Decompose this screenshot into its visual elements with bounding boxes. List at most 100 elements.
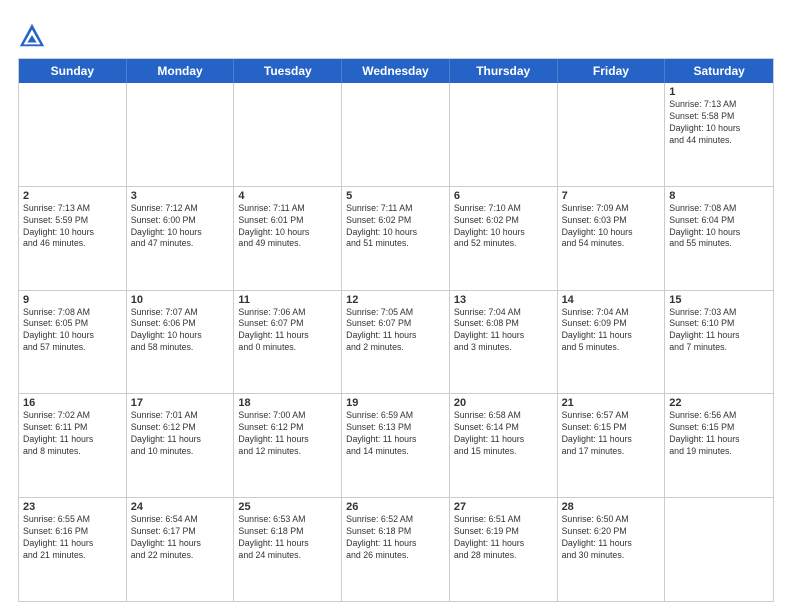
- calendar-cell-29: 23Sunrise: 6:55 AM Sunset: 6:16 PM Dayli…: [19, 498, 127, 601]
- cell-info: Sunrise: 6:59 AM Sunset: 6:13 PM Dayligh…: [346, 410, 445, 458]
- calendar-cell-17: 11Sunrise: 7:06 AM Sunset: 6:07 PM Dayli…: [234, 291, 342, 394]
- calendar-cell-18: 12Sunrise: 7:05 AM Sunset: 6:07 PM Dayli…: [342, 291, 450, 394]
- calendar-cell-1: [19, 83, 127, 186]
- day-number: 24: [131, 501, 230, 513]
- day-number: 15: [669, 294, 769, 306]
- day-number: 4: [238, 190, 337, 202]
- day-number: 10: [131, 294, 230, 306]
- cell-info: Sunrise: 7:03 AM Sunset: 6:10 PM Dayligh…: [669, 307, 769, 355]
- calendar-cell-24: 18Sunrise: 7:00 AM Sunset: 6:12 PM Dayli…: [234, 394, 342, 497]
- day-number: 6: [454, 190, 553, 202]
- calendar-body: 1Sunrise: 7:13 AM Sunset: 5:58 PM Daylig…: [19, 83, 773, 601]
- cell-info: Sunrise: 6:52 AM Sunset: 6:18 PM Dayligh…: [346, 514, 445, 562]
- calendar-cell-35: [665, 498, 773, 601]
- calendar-cell-27: 21Sunrise: 6:57 AM Sunset: 6:15 PM Dayli…: [558, 394, 666, 497]
- day-number: 12: [346, 294, 445, 306]
- logo-icon: [18, 22, 46, 50]
- day-number: 16: [23, 397, 122, 409]
- calendar-cell-15: 9Sunrise: 7:08 AM Sunset: 6:05 PM Daylig…: [19, 291, 127, 394]
- day-number: 5: [346, 190, 445, 202]
- calendar-cell-12: 6Sunrise: 7:10 AM Sunset: 6:02 PM Daylig…: [450, 187, 558, 290]
- day-number: 3: [131, 190, 230, 202]
- header-day-wednesday: Wednesday: [342, 59, 450, 83]
- day-number: 18: [238, 397, 337, 409]
- day-number: 14: [562, 294, 661, 306]
- calendar-cell-33: 27Sunrise: 6:51 AM Sunset: 6:19 PM Dayli…: [450, 498, 558, 601]
- calendar-cell-13: 7Sunrise: 7:09 AM Sunset: 6:03 PM Daylig…: [558, 187, 666, 290]
- cell-info: Sunrise: 7:08 AM Sunset: 6:04 PM Dayligh…: [669, 203, 769, 251]
- cell-info: Sunrise: 7:09 AM Sunset: 6:03 PM Dayligh…: [562, 203, 661, 251]
- cell-info: Sunrise: 7:11 AM Sunset: 6:01 PM Dayligh…: [238, 203, 337, 251]
- calendar-cell-9: 3Sunrise: 7:12 AM Sunset: 6:00 PM Daylig…: [127, 187, 235, 290]
- day-number: 7: [562, 190, 661, 202]
- day-number: 1: [669, 86, 769, 98]
- header-day-saturday: Saturday: [665, 59, 773, 83]
- calendar-cell-7: 1Sunrise: 7:13 AM Sunset: 5:58 PM Daylig…: [665, 83, 773, 186]
- calendar-cell-34: 28Sunrise: 6:50 AM Sunset: 6:20 PM Dayli…: [558, 498, 666, 601]
- calendar-header: SundayMondayTuesdayWednesdayThursdayFrid…: [19, 59, 773, 83]
- calendar-row-1: 1Sunrise: 7:13 AM Sunset: 5:58 PM Daylig…: [19, 83, 773, 187]
- cell-info: Sunrise: 7:05 AM Sunset: 6:07 PM Dayligh…: [346, 307, 445, 355]
- day-number: 22: [669, 397, 769, 409]
- calendar-cell-28: 22Sunrise: 6:56 AM Sunset: 6:15 PM Dayli…: [665, 394, 773, 497]
- calendar-cell-32: 26Sunrise: 6:52 AM Sunset: 6:18 PM Dayli…: [342, 498, 450, 601]
- day-number: 21: [562, 397, 661, 409]
- calendar-cell-5: [450, 83, 558, 186]
- cell-info: Sunrise: 6:57 AM Sunset: 6:15 PM Dayligh…: [562, 410, 661, 458]
- cell-info: Sunrise: 6:53 AM Sunset: 6:18 PM Dayligh…: [238, 514, 337, 562]
- calendar-row-3: 9Sunrise: 7:08 AM Sunset: 6:05 PM Daylig…: [19, 291, 773, 395]
- calendar-cell-8: 2Sunrise: 7:13 AM Sunset: 5:59 PM Daylig…: [19, 187, 127, 290]
- day-number: 8: [669, 190, 769, 202]
- calendar-cell-14: 8Sunrise: 7:08 AM Sunset: 6:04 PM Daylig…: [665, 187, 773, 290]
- calendar-cell-30: 24Sunrise: 6:54 AM Sunset: 6:17 PM Dayli…: [127, 498, 235, 601]
- calendar-row-2: 2Sunrise: 7:13 AM Sunset: 5:59 PM Daylig…: [19, 187, 773, 291]
- cell-info: Sunrise: 7:00 AM Sunset: 6:12 PM Dayligh…: [238, 410, 337, 458]
- day-number: 2: [23, 190, 122, 202]
- cell-info: Sunrise: 7:10 AM Sunset: 6:02 PM Dayligh…: [454, 203, 553, 251]
- calendar-cell-22: 16Sunrise: 7:02 AM Sunset: 6:11 PM Dayli…: [19, 394, 127, 497]
- calendar-cell-3: [234, 83, 342, 186]
- calendar-cell-31: 25Sunrise: 6:53 AM Sunset: 6:18 PM Dayli…: [234, 498, 342, 601]
- cell-info: Sunrise: 7:02 AM Sunset: 6:11 PM Dayligh…: [23, 410, 122, 458]
- cell-info: Sunrise: 7:12 AM Sunset: 6:00 PM Dayligh…: [131, 203, 230, 251]
- day-number: 25: [238, 501, 337, 513]
- cell-info: Sunrise: 7:11 AM Sunset: 6:02 PM Dayligh…: [346, 203, 445, 251]
- cell-info: Sunrise: 6:54 AM Sunset: 6:17 PM Dayligh…: [131, 514, 230, 562]
- cell-info: Sunrise: 6:51 AM Sunset: 6:19 PM Dayligh…: [454, 514, 553, 562]
- cell-info: Sunrise: 6:56 AM Sunset: 6:15 PM Dayligh…: [669, 410, 769, 458]
- day-number: 9: [23, 294, 122, 306]
- calendar-cell-20: 14Sunrise: 7:04 AM Sunset: 6:09 PM Dayli…: [558, 291, 666, 394]
- cell-info: Sunrise: 7:04 AM Sunset: 6:08 PM Dayligh…: [454, 307, 553, 355]
- cell-info: Sunrise: 6:58 AM Sunset: 6:14 PM Dayligh…: [454, 410, 553, 458]
- day-number: 27: [454, 501, 553, 513]
- cell-info: Sunrise: 7:13 AM Sunset: 5:59 PM Dayligh…: [23, 203, 122, 251]
- cell-info: Sunrise: 7:07 AM Sunset: 6:06 PM Dayligh…: [131, 307, 230, 355]
- cell-info: Sunrise: 7:06 AM Sunset: 6:07 PM Dayligh…: [238, 307, 337, 355]
- cell-info: Sunrise: 7:13 AM Sunset: 5:58 PM Dayligh…: [669, 99, 769, 147]
- cell-info: Sunrise: 7:01 AM Sunset: 6:12 PM Dayligh…: [131, 410, 230, 458]
- day-number: 19: [346, 397, 445, 409]
- header-day-monday: Monday: [127, 59, 235, 83]
- day-number: 11: [238, 294, 337, 306]
- logo: [18, 22, 48, 50]
- calendar-cell-6: [558, 83, 666, 186]
- calendar-cell-19: 13Sunrise: 7:04 AM Sunset: 6:08 PM Dayli…: [450, 291, 558, 394]
- calendar-cell-26: 20Sunrise: 6:58 AM Sunset: 6:14 PM Dayli…: [450, 394, 558, 497]
- day-number: 20: [454, 397, 553, 409]
- header-day-thursday: Thursday: [450, 59, 558, 83]
- header: [18, 18, 774, 50]
- day-number: 13: [454, 294, 553, 306]
- cell-info: Sunrise: 6:55 AM Sunset: 6:16 PM Dayligh…: [23, 514, 122, 562]
- calendar: SundayMondayTuesdayWednesdayThursdayFrid…: [18, 58, 774, 602]
- calendar-cell-16: 10Sunrise: 7:07 AM Sunset: 6:06 PM Dayli…: [127, 291, 235, 394]
- calendar-cell-25: 19Sunrise: 6:59 AM Sunset: 6:13 PM Dayli…: [342, 394, 450, 497]
- calendar-cell-21: 15Sunrise: 7:03 AM Sunset: 6:10 PM Dayli…: [665, 291, 773, 394]
- cell-info: Sunrise: 6:50 AM Sunset: 6:20 PM Dayligh…: [562, 514, 661, 562]
- calendar-cell-11: 5Sunrise: 7:11 AM Sunset: 6:02 PM Daylig…: [342, 187, 450, 290]
- calendar-cell-23: 17Sunrise: 7:01 AM Sunset: 6:12 PM Dayli…: [127, 394, 235, 497]
- header-day-friday: Friday: [558, 59, 666, 83]
- calendar-row-4: 16Sunrise: 7:02 AM Sunset: 6:11 PM Dayli…: [19, 394, 773, 498]
- day-number: 28: [562, 501, 661, 513]
- calendar-cell-4: [342, 83, 450, 186]
- header-day-sunday: Sunday: [19, 59, 127, 83]
